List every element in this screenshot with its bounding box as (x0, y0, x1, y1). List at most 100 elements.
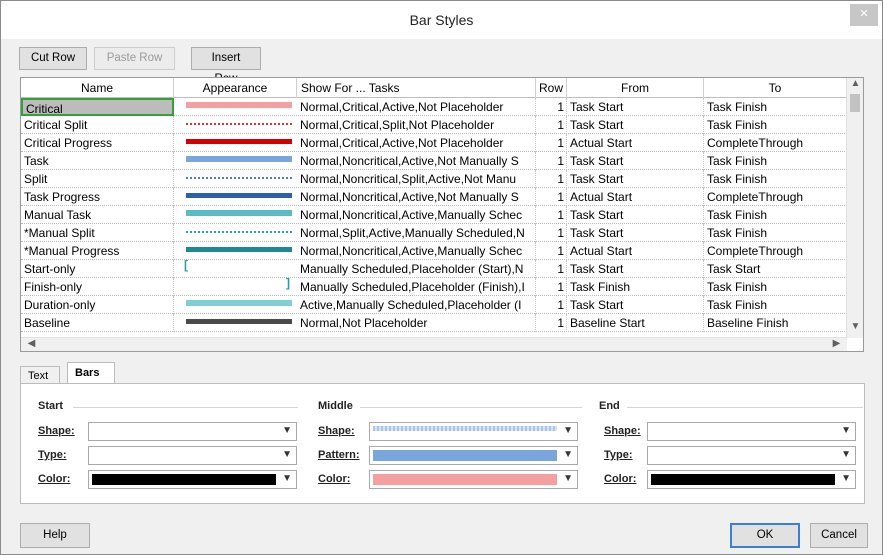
cell-from[interactable]: Task Start (567, 224, 704, 242)
cell-row[interactable]: 1 (536, 224, 567, 242)
middle-color-select[interactable]: ▼ (369, 470, 578, 489)
table-row[interactable]: Critical Split Normal,Critical,Split,Not … (21, 116, 863, 134)
column-header-from[interactable]: From (567, 78, 704, 98)
cell-show[interactable]: Normal,Not Placeholder (297, 314, 536, 332)
table-row[interactable]: Duration-only Active,Manually Scheduled,P… (21, 296, 863, 314)
table-row[interactable]: Start-only Manually Scheduled,Placeholder… (21, 258, 863, 278)
table-row[interactable]: *Manual Progress Normal,Noncritical,Activ… (21, 242, 863, 260)
cell-show[interactable]: Manually Scheduled,Placeholder (Start),N (297, 260, 536, 278)
cell-row[interactable]: 1 (536, 242, 567, 260)
cell-from[interactable]: Baseline Start (567, 314, 704, 332)
column-header-appearance[interactable]: Appearance (174, 78, 297, 98)
scroll-thumb[interactable] (850, 94, 860, 112)
cell-row[interactable]: 1 (536, 152, 567, 170)
horizontal-scrollbar[interactable]: ◀ ▶ (21, 337, 847, 351)
help-button[interactable]: Help (20, 523, 90, 548)
cell-from[interactable]: Actual Start (567, 188, 704, 206)
cell-row[interactable]: 1 (536, 206, 567, 224)
cell-row[interactable]: 1 (536, 314, 567, 332)
cell-name[interactable]: Baseline (21, 314, 174, 332)
column-header-name[interactable]: Name (21, 78, 174, 98)
cell-to[interactable]: Task Finish (704, 170, 847, 188)
cell-from[interactable]: Task Start (567, 152, 704, 170)
cell-name[interactable]: Split (21, 170, 174, 188)
cell-show[interactable]: Normal,Split,Active,Manually Scheduled,N (297, 224, 536, 242)
cell-name[interactable]: *Manual Progress (21, 242, 174, 260)
cell-from[interactable]: Task Start (567, 296, 704, 314)
cell-to[interactable]: Baseline Finish (704, 314, 847, 332)
scroll-up-icon[interactable]: ▲ (847, 78, 864, 89)
table-row[interactable]: Task Progress Normal,Noncritical,Active,N… (21, 188, 863, 206)
cell-to[interactable]: Task Start (704, 260, 847, 278)
middle-pattern-select[interactable]: ▼ (369, 446, 578, 465)
cell-to[interactable]: Task Finish (704, 296, 847, 314)
middle-shape-select[interactable]: ▼ (369, 422, 578, 441)
cancel-button[interactable]: Cancel (810, 523, 868, 548)
insert-row-button[interactable]: Insert Row (191, 47, 261, 85)
cell-row[interactable]: 1 (536, 278, 567, 296)
table-row[interactable]: Split Normal,Noncritical,Split,Active,Not… (21, 170, 863, 188)
cell-name[interactable]: Task Progress (21, 188, 174, 206)
cell-name[interactable]: Critical (21, 98, 174, 116)
cell-to[interactable]: CompleteThrough (704, 134, 847, 152)
cell-name[interactable]: Critical Progress (21, 134, 174, 152)
cell-show[interactable]: Manually Scheduled,Placeholder (Finish),… (297, 278, 536, 296)
cell-from[interactable]: Task Start (567, 170, 704, 188)
cell-show[interactable]: Normal,Noncritical,Active,Manually Schec (297, 242, 536, 260)
table-row[interactable]: Critical Normal,Critical,Active,Not Place… (21, 98, 863, 116)
vertical-scrollbar[interactable]: ▲ ▼ (846, 78, 863, 338)
cell-from[interactable]: Task Start (567, 206, 704, 224)
column-header-row[interactable]: Row (536, 78, 567, 98)
start-color-select[interactable]: ▼ (88, 470, 297, 489)
table-row[interactable]: Critical Progress Normal,Critical,Active,… (21, 134, 863, 152)
start-shape-select[interactable]: ▼ (88, 422, 297, 441)
end-color-select[interactable]: ▼ (647, 470, 856, 489)
paste-row-button[interactable]: Paste Row (94, 47, 175, 70)
cell-to[interactable]: Task Finish (704, 278, 847, 296)
column-header-show-for[interactable]: Show For ... Tasks (297, 78, 536, 98)
cell-from[interactable]: Actual Start (567, 242, 704, 260)
cell-show[interactable]: Normal,Critical,Active,Not Placeholder (297, 134, 536, 152)
cell-show[interactable]: Normal,Critical,Split,Not Placeholder (297, 116, 536, 134)
cell-to[interactable]: Task Finish (704, 152, 847, 170)
cell-show[interactable]: Normal,Noncritical,Split,Active,Not Manu (297, 170, 536, 188)
cell-from[interactable]: Actual Start (567, 134, 704, 152)
cell-name[interactable]: *Manual Split (21, 224, 174, 242)
scroll-left-icon[interactable]: ◀ (23, 338, 40, 349)
table-row[interactable]: *Manual Split Normal,Split,Active,Manuall… (21, 224, 863, 242)
cell-name[interactable]: Finish-only (21, 278, 174, 296)
cell-from[interactable]: Task Start (567, 98, 704, 116)
cell-from[interactable]: Task Start (567, 260, 704, 278)
table-row[interactable]: Finish-only Manually Scheduled,Placeholde… (21, 276, 863, 296)
scroll-down-icon[interactable]: ▼ (847, 321, 864, 332)
cell-show[interactable]: Active,Manually Scheduled,Placeholder (I (297, 296, 536, 314)
cell-from[interactable]: Task Finish (567, 278, 704, 296)
cell-to[interactable]: CompleteThrough (704, 188, 847, 206)
cell-row[interactable]: 1 (536, 188, 567, 206)
cut-row-button[interactable]: Cut Row (19, 47, 87, 70)
end-type-select[interactable]: ▼ (647, 446, 856, 465)
cell-name[interactable]: Task (21, 152, 174, 170)
cell-row[interactable]: 1 (536, 98, 567, 116)
start-type-select[interactable]: ▼ (88, 446, 297, 465)
cell-to[interactable]: Task Finish (704, 116, 847, 134)
cell-show[interactable]: Normal,Noncritical,Active,Not Manually S (297, 152, 536, 170)
close-button[interactable]: × (850, 4, 878, 26)
table-row[interactable]: Task Normal,Noncritical,Active,Not Manual… (21, 152, 863, 170)
end-shape-select[interactable]: ▼ (647, 422, 856, 441)
cell-to[interactable]: Task Finish (704, 206, 847, 224)
cell-show[interactable]: Normal,Critical,Active,Not Placeholder (297, 98, 536, 116)
cell-row[interactable]: 1 (536, 260, 567, 278)
cell-from[interactable]: Task Start (567, 116, 704, 134)
cell-to[interactable]: Task Finish (704, 224, 847, 242)
cell-row[interactable]: 1 (536, 170, 567, 188)
cell-name[interactable]: Manual Task (21, 206, 174, 224)
table-row[interactable]: Baseline Normal,Not Placeholder 1 Baseline … (21, 314, 863, 332)
cell-name[interactable]: Start-only (21, 260, 174, 278)
cell-to[interactable]: CompleteThrough (704, 242, 847, 260)
cell-show[interactable]: Normal,Noncritical,Active,Not Manually S (297, 188, 536, 206)
cell-row[interactable]: 1 (536, 134, 567, 152)
column-header-to[interactable]: To (704, 78, 847, 98)
ok-button[interactable]: OK (730, 523, 800, 548)
cell-name[interactable]: Critical Split (21, 116, 174, 134)
